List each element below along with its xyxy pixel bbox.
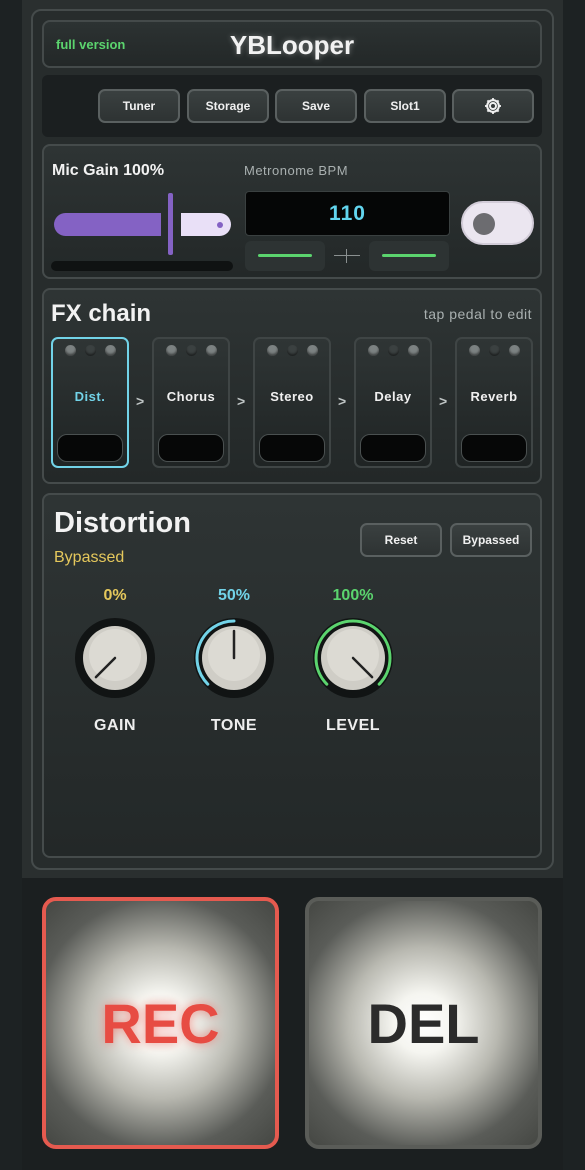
save-button[interactable]: Save xyxy=(275,89,357,123)
level-knob[interactable] xyxy=(308,613,398,703)
gain-knob[interactable] xyxy=(70,613,160,703)
bypass-button[interactable]: Bypassed xyxy=(450,523,532,557)
mic-gain-slider-handle[interactable] xyxy=(168,193,173,255)
rec-button[interactable]: REC xyxy=(42,897,279,1149)
fx-chain-panel: FX chain tap pedal to edit Dist. > Choru… xyxy=(42,288,542,484)
effect-title: Distortion xyxy=(54,507,191,539)
tone-knob-label: TONE xyxy=(210,717,258,734)
toolbar: Tuner Storage Save Slot1 xyxy=(42,75,542,137)
pedal-footswitch[interactable] xyxy=(57,434,123,462)
effect-status: Bypassed xyxy=(54,549,125,566)
effect-editor-panel: Distortion Bypassed Reset Bypassed 0% GA… xyxy=(42,493,542,858)
mic-gain-label: Mic Gain 100% xyxy=(52,162,165,179)
pedal-leds xyxy=(457,345,531,356)
gain-knob-value: 0% xyxy=(103,587,127,604)
mic-gain-slider-end[interactable] xyxy=(181,213,231,236)
pedal-footswitch[interactable] xyxy=(360,434,426,462)
chain-arrow: > xyxy=(136,393,145,409)
pedal-leds xyxy=(154,345,228,356)
mic-level-meter xyxy=(51,261,233,271)
pedal-label: Chorus xyxy=(166,389,216,404)
bpm-increase-button[interactable] xyxy=(369,241,449,271)
pedal-footswitch[interactable] xyxy=(158,434,224,462)
pedal-stereo[interactable]: Stereo xyxy=(253,337,331,468)
level-knob-control[interactable]: 100% LEVEL xyxy=(303,587,403,734)
level-knob-value: 100% xyxy=(332,587,374,604)
pedal-label: Dist. xyxy=(74,389,106,404)
pedal-leds xyxy=(53,345,127,356)
slot-button[interactable]: Slot1 xyxy=(364,89,446,123)
pedal-distortion[interactable]: Dist. xyxy=(51,337,129,468)
storage-button[interactable]: Storage xyxy=(187,89,269,123)
bpm-slider-icon xyxy=(334,246,360,266)
pedal-footswitch[interactable] xyxy=(461,434,527,462)
metronome-bpm-label: Metronome BPM xyxy=(244,163,349,178)
pedal-label: Stereo xyxy=(270,389,314,404)
gain-knob-control[interactable]: 0% GAIN xyxy=(65,587,165,734)
metronome-toggle[interactable] xyxy=(461,201,534,245)
reset-button[interactable]: Reset xyxy=(360,523,442,557)
level-knob-label: LEVEL xyxy=(325,717,381,734)
tone-knob-value: 50% xyxy=(217,587,251,604)
pedal-leds xyxy=(255,345,329,356)
gain-knob-label: GAIN xyxy=(94,717,136,734)
chain-arrow: > xyxy=(237,393,246,409)
pedal-leds xyxy=(356,345,430,356)
tone-knob-control[interactable]: 50% TONE xyxy=(184,587,284,734)
mic-metronome-panel: Mic Gain 100% Metronome BPM 110 xyxy=(42,144,542,279)
bpm-decrease-button[interactable] xyxy=(245,241,325,271)
pedal-reverb[interactable]: Reverb xyxy=(455,337,533,468)
pedal-delay[interactable]: Delay xyxy=(354,337,432,468)
pedal-chorus[interactable]: Chorus xyxy=(152,337,230,468)
mic-gain-slider-track[interactable] xyxy=(54,213,161,236)
fx-chain-title: FX chain xyxy=(51,300,152,327)
tuner-button[interactable]: Tuner xyxy=(98,89,180,123)
fx-chain-hint: tap pedal to edit xyxy=(423,306,532,322)
chain-arrow: > xyxy=(439,393,448,409)
header-bar: full version YBLooper xyxy=(42,20,542,68)
pedal-label: Delay xyxy=(374,389,412,404)
del-button[interactable]: DEL xyxy=(305,897,542,1149)
pedal-footswitch[interactable] xyxy=(259,434,325,462)
bpm-display[interactable]: 110 xyxy=(245,191,450,236)
settings-button[interactable] xyxy=(452,89,534,123)
gear-icon xyxy=(485,98,501,114)
pedal-label: Reverb xyxy=(470,389,518,404)
app-title: YBLooper xyxy=(229,30,355,60)
tone-knob[interactable] xyxy=(189,613,279,703)
chain-arrow: > xyxy=(338,393,347,409)
